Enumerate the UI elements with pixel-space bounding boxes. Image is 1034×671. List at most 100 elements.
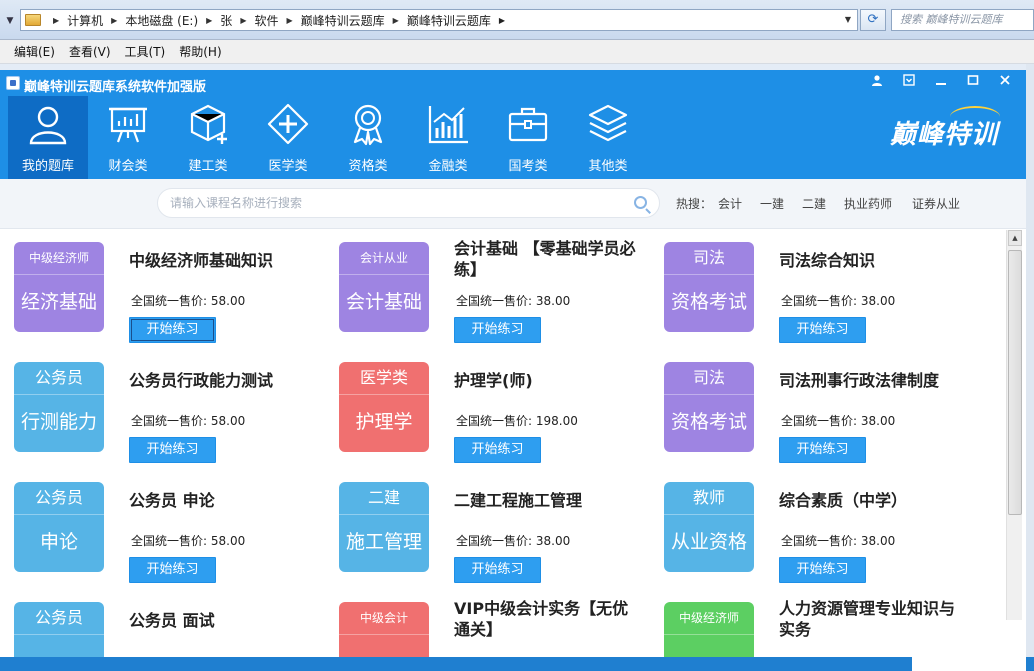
breadcrumb-item[interactable]: ▶ 巅峰特训云题库 xyxy=(278,12,384,29)
minimize-icon[interactable] xyxy=(930,73,952,93)
course-title[interactable]: 会计基础 【零基础学员必练】 xyxy=(454,238,639,280)
course-title[interactable]: 公务员行政能力测试 xyxy=(129,370,314,391)
nav-tab[interactable]: 其他类 xyxy=(568,96,648,179)
breadcrumb-item[interactable]: ▶ 软件 xyxy=(232,12,278,29)
course-title[interactable]: 中级经济师基础知识 xyxy=(129,250,314,271)
badge-category: 中级会计 xyxy=(359,611,408,625)
breadcrumb-label: 张 xyxy=(220,13,233,28)
course-card: 中级经济师 经济基础 中级经济师基础知识 全国统一售价: 58.00 开始练习 xyxy=(0,230,320,343)
course-title[interactable]: 护理学(师) xyxy=(454,370,639,391)
course-title[interactable]: 司法刑事行政法律制度 xyxy=(779,370,964,391)
start-practice-button[interactable]: 开始练习 xyxy=(129,557,216,583)
breadcrumb-separator-icon[interactable]: ▶ xyxy=(53,16,59,25)
course-badge[interactable]: 公务员 行测能力 xyxy=(14,362,104,452)
course-title[interactable]: 二建工程施工管理 xyxy=(454,490,639,511)
cube-plus-icon xyxy=(190,104,227,144)
nav-tab[interactable]: 财会类 xyxy=(88,96,168,179)
app-logo-icon xyxy=(6,76,20,90)
course-badge[interactable]: 司法 资格考试 xyxy=(664,362,754,452)
badge-subject: 护理学 xyxy=(355,411,413,433)
course-badge[interactable]: 公务员 申论 xyxy=(14,482,104,572)
close-icon[interactable] xyxy=(994,73,1016,93)
course-badge[interactable]: 中级经济师 经济基础 xyxy=(14,242,104,332)
menu-item[interactable]: 帮助(H) xyxy=(179,43,221,60)
badge-category: 司法 xyxy=(692,248,725,267)
breadcrumb-separator-icon[interactable]: ▶ xyxy=(286,16,292,25)
nav-tab[interactable]: 金融类 xyxy=(408,96,488,179)
badge-subject: 会计基础 xyxy=(345,291,422,313)
breadcrumb-item[interactable]: ▶ 巅峰特训云题库 xyxy=(385,12,491,29)
app-title: 巅峰特训云题库系统软件加强版 xyxy=(24,80,207,95)
start-practice-button[interactable]: 开始练习 xyxy=(779,317,866,343)
award-ribbon-icon xyxy=(353,104,383,146)
nav-tab[interactable]: 国考类 xyxy=(488,96,568,179)
hot-search-tag[interactable]: 证券从业 xyxy=(912,195,960,212)
breadcrumb-separator-icon[interactable]: ▶ xyxy=(111,16,117,25)
badge-category: 中级经济师 xyxy=(678,611,739,625)
course-title[interactable]: 综合素质（中学） xyxy=(779,490,964,511)
start-practice-button[interactable]: 开始练习 xyxy=(454,317,541,343)
breadcrumb-separator-icon[interactable]: ▶ xyxy=(393,16,399,25)
course-search-input[interactable]: 请输入课程名称进行搜索 xyxy=(157,188,660,218)
breadcrumb-label: 本地磁盘 (E:) xyxy=(125,13,199,28)
scroll-up-icon[interactable]: ▲ xyxy=(1008,230,1022,246)
course-title[interactable]: 公务员 面试 xyxy=(129,610,314,631)
nav-tab-label: 其他类 xyxy=(588,159,628,174)
account-icon[interactable] xyxy=(866,73,888,93)
hot-search-tag[interactable]: 二建 xyxy=(802,195,826,212)
breadcrumb-label: 巅峰特训云题库 xyxy=(300,13,385,28)
breadcrumb-item[interactable]: ▶ 本地磁盘 (E:) xyxy=(103,12,198,29)
course-badge[interactable]: 医学类 护理学 xyxy=(339,362,429,452)
nav-tab[interactable]: 资格类 xyxy=(328,96,408,179)
address-dropdown-icon[interactable]: ▼ xyxy=(841,10,855,30)
breadcrumb-item[interactable]: ▶ 计算机 xyxy=(45,12,103,29)
course-title[interactable]: 司法综合知识 xyxy=(779,250,964,271)
start-practice-button[interactable]: 开始练习 xyxy=(779,437,866,463)
course-title[interactable]: VIP中级会计实务【无优通关】 xyxy=(454,598,639,640)
course-card: 公务员 申论 公务员 申论全国统一售价: 58.00 开始练习 xyxy=(0,470,320,583)
start-practice-button[interactable]: 开始练习 xyxy=(779,557,866,583)
menu-item[interactable]: 查看(V) xyxy=(69,43,111,60)
breadcrumb-item[interactable]: ▶ 张 xyxy=(198,12,232,29)
course-badge[interactable]: 会计从业 会计基础 xyxy=(339,242,429,332)
start-practice-button[interactable]: 开始练习 xyxy=(129,317,216,343)
search-icon[interactable] xyxy=(634,196,647,209)
course-title[interactable]: 公务员 申论 xyxy=(129,490,314,511)
course-card: 教师 从业资格 综合素质（中学） 全国统一售价: 38.00 开始练习 xyxy=(650,470,970,583)
badge-divider xyxy=(339,274,429,275)
hot-search-tag[interactable]: 执业药师 xyxy=(844,195,892,212)
history-dropdown-icon[interactable]: ▼ xyxy=(2,14,18,28)
badge-subject: 从业资格 xyxy=(670,531,747,553)
address-field[interactable]: ▶ 计算机 ▶ 本地磁盘 (E:) ▶ 张 ▶ 软件 ▶ 巅峰特训云题库 ▶ 巅峰特训云题库 ▶ ▼ xyxy=(20,9,858,31)
course-card: 公务员 行测能力 公务员行政能力测试 全国统一售价: 58.00 开始练习 xyxy=(0,350,320,463)
nav-tab-label: 资格类 xyxy=(348,159,388,174)
explorer-address-bar: ▼ ▶ 计算机 ▶ 本地磁盘 (E:) ▶ 张 ▶ 软件 ▶ 巅峰特训云题库 ▶ 巅峰特训云题库 ▶ ▼ … xyxy=(0,0,1034,40)
menu-item[interactable]: 编辑(E) xyxy=(14,43,55,60)
course-price: 全国统一售价: 58.00 xyxy=(131,534,246,548)
refresh-button[interactable]: ⟳ xyxy=(860,9,886,31)
course-badge[interactable]: 教师 从业资格 xyxy=(664,482,754,572)
breadcrumb-separator-icon[interactable]: ▶ xyxy=(240,16,246,25)
skin-settings-icon[interactable] xyxy=(898,73,920,93)
hot-search-tag[interactable]: 会计 xyxy=(718,195,742,212)
start-practice-button[interactable]: 开始练习 xyxy=(129,437,216,463)
menu-item[interactable]: 工具(T) xyxy=(125,43,166,60)
maximize-icon[interactable] xyxy=(962,73,984,93)
vertical-scrollbar[interactable]: ▲ xyxy=(1006,230,1022,671)
start-practice-button[interactable]: 开始练习 xyxy=(454,557,541,583)
nav-tab[interactable]: 建工类 xyxy=(168,96,248,179)
nav-tab[interactable]: 医学类 xyxy=(248,96,328,179)
start-practice-button[interactable]: 开始练习 xyxy=(454,437,541,463)
explorer-search-input[interactable]: 搜索 巅峰特训云题库 xyxy=(891,9,1034,31)
overlay-panel xyxy=(912,620,1026,671)
course-badge[interactable]: 司法 资格考试 xyxy=(664,242,754,332)
scroll-thumb[interactable] xyxy=(1008,250,1022,515)
hot-search-tag[interactable]: 一建 xyxy=(760,195,784,212)
brand-logo: 巅峰特训 xyxy=(890,106,1000,154)
course-card: 二建 施工管理 二建工程施工管理 全国统一售价: 38.00 开始练习 xyxy=(325,470,645,583)
nav-tab[interactable]: 我的题库 xyxy=(8,96,88,179)
breadcrumb-separator-icon[interactable]: ▶ xyxy=(206,16,212,25)
breadcrumb-separator-icon[interactable]: ▶ xyxy=(499,16,505,25)
presentation-board-icon xyxy=(109,107,147,143)
course-badge[interactable]: 二建 施工管理 xyxy=(339,482,429,572)
